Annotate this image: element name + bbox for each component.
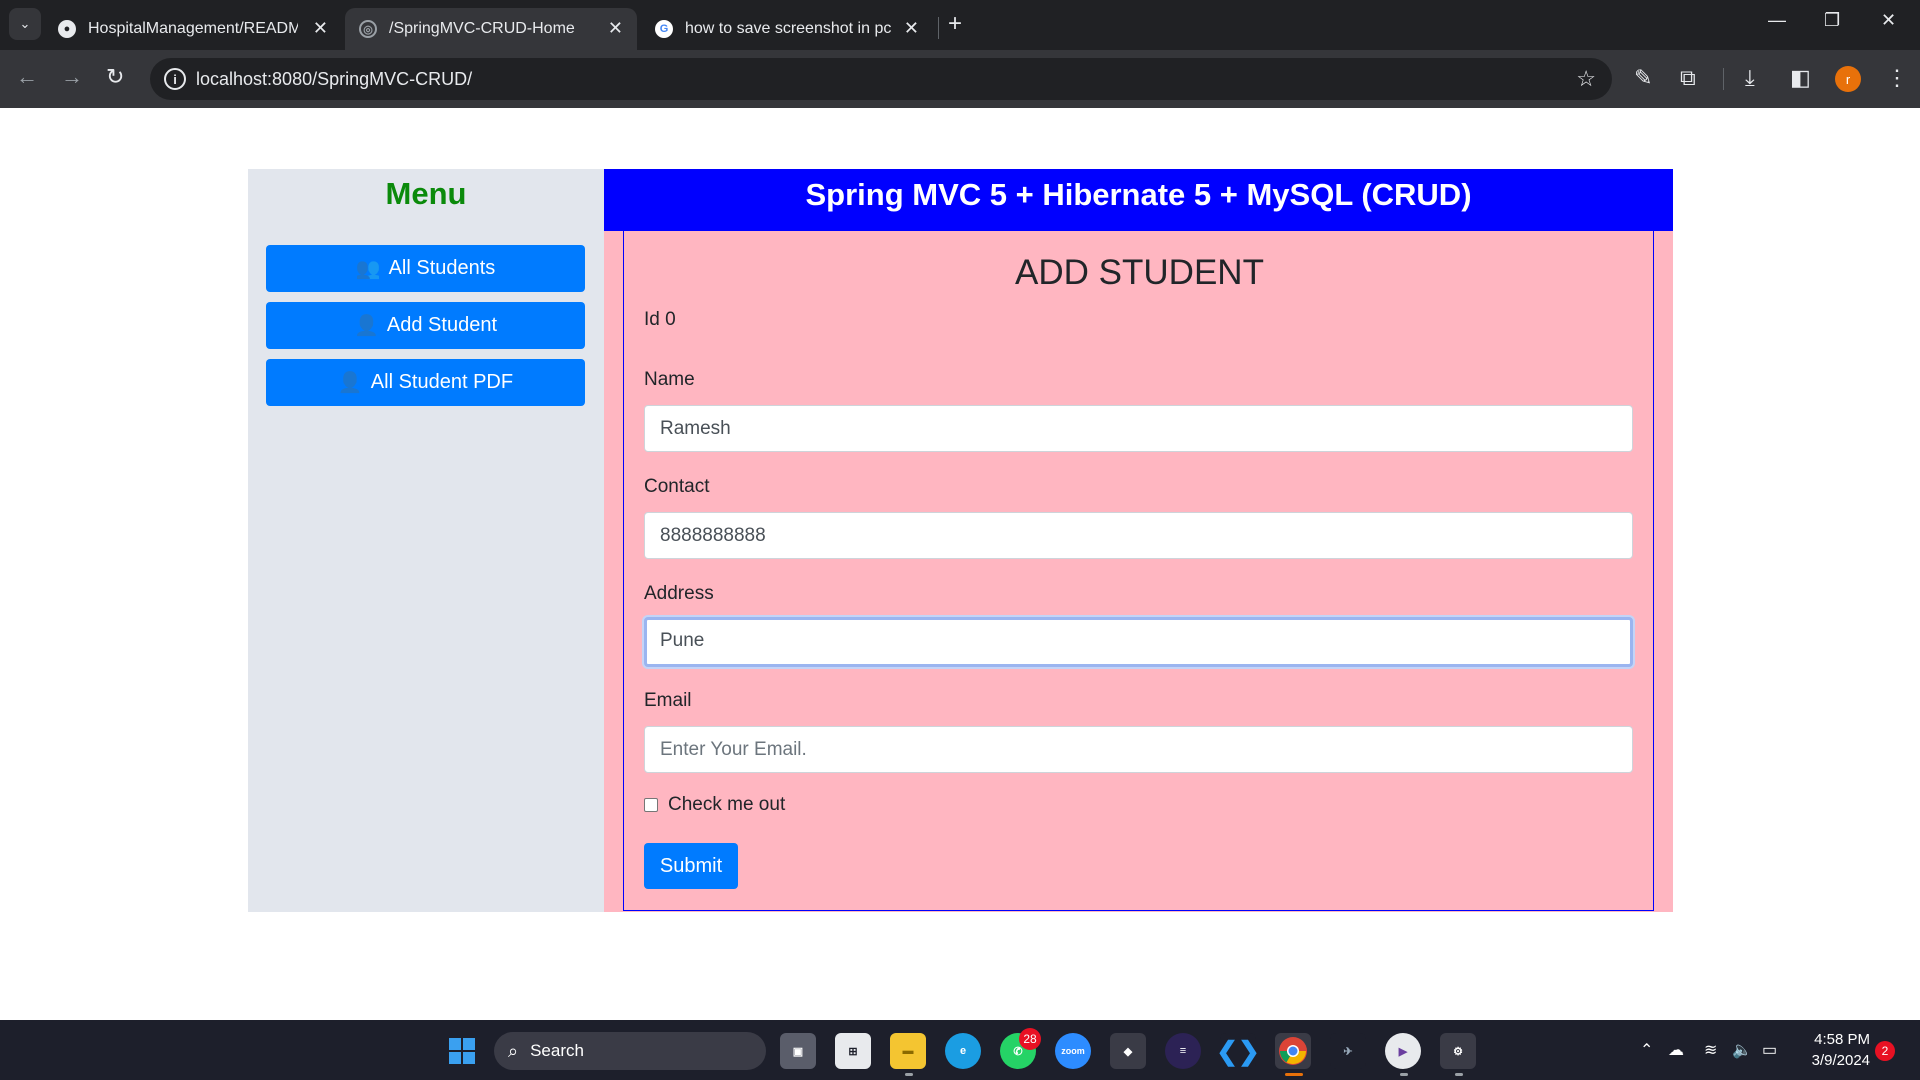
main-content: ADD STUDENT Id 0 Name Ramesh Contact 888…: [604, 231, 1673, 912]
site-info-icon[interactable]: i: [164, 68, 186, 90]
add-student-form: ADD STUDENT Id 0 Name Ramesh Contact 888…: [623, 231, 1654, 911]
windows-start-icon[interactable]: [444, 1033, 480, 1069]
volume-icon[interactable]: 🔈: [1732, 1040, 1752, 1060]
system-clock[interactable]: 4:58 PM 3/9/2024: [1800, 1029, 1870, 1071]
settings-gear-icon[interactable]: ⚙: [1440, 1033, 1476, 1069]
new-tab-icon[interactable]: +: [948, 10, 962, 38]
file-explorer-icon[interactable]: ▬: [890, 1033, 926, 1069]
whatsapp-badge: 28: [1019, 1028, 1041, 1050]
close-tab-icon[interactable]: ✕: [608, 18, 623, 39]
microsoft-store-icon[interactable]: ⊞: [835, 1033, 871, 1069]
notification-badge[interactable]: 2: [1875, 1041, 1895, 1061]
tab-title: how to save screenshot in pc di: [685, 20, 891, 37]
chevron-up-icon[interactable]: ⌃: [1640, 1040, 1653, 1060]
tab-google-search[interactable]: G how to save screenshot in pc di ✕: [641, 8, 933, 50]
sidebar: Menu 👥 All Students 👤 Add Student 👤 All …: [248, 169, 604, 912]
active-indicator: [1285, 1073, 1303, 1076]
student-id-text: Id 0: [644, 309, 676, 330]
toolbar-divider: [1723, 68, 1724, 90]
chevron-down-icon: ⌄: [19, 16, 31, 31]
spring-tool-icon[interactable]: ✈: [1330, 1033, 1366, 1069]
add-student-button[interactable]: 👤 Add Student: [266, 302, 585, 349]
search-label: Search: [530, 1041, 584, 1060]
close-tab-icon[interactable]: ✕: [313, 18, 328, 39]
google-icon: G: [655, 20, 673, 38]
media-player-icon[interactable]: ▶: [1385, 1033, 1421, 1069]
running-indicator: [905, 1073, 913, 1076]
tab-separator: [938, 17, 939, 39]
browser-toolbar: ← → ↻ i localhost:8080/SpringMVC-CRUD/ ☆…: [0, 50, 1920, 108]
download-icon[interactable]: ⤓: [1745, 65, 1755, 91]
email-label: Email: [644, 690, 692, 711]
check-me-out-checkbox[interactable]: [644, 798, 658, 812]
check-me-out-label[interactable]: Check me out: [668, 794, 785, 816]
chrome-icon[interactable]: [1275, 1033, 1311, 1069]
git-icon[interactable]: ◆: [1110, 1033, 1146, 1069]
bookmark-star-icon[interactable]: ☆: [1576, 66, 1596, 92]
side-panel-icon[interactable]: ◧: [1790, 65, 1811, 91]
address-bar[interactable]: i localhost:8080/SpringMVC-CRUD/ ☆: [150, 58, 1612, 100]
tab-github-readme[interactable]: ● HospitalManagement/README ✕: [44, 8, 342, 50]
contact-label: Contact: [644, 476, 710, 497]
user-plus-icon: 👤: [337, 372, 363, 394]
back-arrow-icon[interactable]: ←: [16, 64, 38, 90]
submit-button[interactable]: Submit: [644, 843, 738, 889]
edge-icon[interactable]: e: [945, 1033, 981, 1069]
battery-icon[interactable]: ▭: [1762, 1040, 1777, 1060]
contact-input[interactable]: 8888888888: [644, 512, 1633, 559]
globe-icon: ◎: [359, 20, 377, 38]
name-label: Name: [644, 369, 695, 390]
button-label: All Students: [388, 257, 496, 279]
all-student-pdf-button[interactable]: 👤 All Student PDF: [266, 359, 585, 406]
eyedropper-icon[interactable]: ✎: [1634, 65, 1652, 91]
tab-title: /SpringMVC-CRUD-Home: [389, 20, 575, 37]
users-icon: 👥: [355, 258, 381, 280]
page-header: Spring MVC 5 + Hibernate 5 + MySQL (CRUD…: [604, 169, 1673, 231]
name-input[interactable]: Ramesh: [644, 405, 1633, 452]
reload-icon[interactable]: ↻: [106, 64, 124, 90]
restore-icon[interactable]: ❐: [1824, 10, 1840, 31]
browser-tab-bar: ⌄ ● HospitalManagement/README ✕ ◎ /Sprin…: [0, 0, 1920, 50]
button-label: All Student PDF: [370, 371, 514, 393]
minimize-icon[interactable]: —: [1768, 10, 1786, 31]
clock-time: 4:58 PM: [1814, 1031, 1870, 1048]
github-icon: ●: [58, 20, 76, 38]
more-menu-icon[interactable]: ⋮: [1886, 65, 1908, 91]
search-icon: ⌕: [508, 1040, 519, 1061]
tab-title: HospitalManagement/README: [88, 20, 298, 37]
running-indicator: [1455, 1073, 1463, 1076]
onedrive-cloud-icon[interactable]: ☁: [1668, 1040, 1684, 1060]
url-text[interactable]: localhost:8080/SpringMVC-CRUD/: [196, 69, 472, 90]
tab-springmvc-home[interactable]: ◎ /SpringMVC-CRUD-Home ✕: [345, 8, 637, 50]
address-input[interactable]: Pune: [644, 617, 1633, 667]
close-window-icon[interactable]: ✕: [1881, 10, 1896, 31]
menu-title: Menu: [385, 176, 467, 211]
close-tab-icon[interactable]: ✕: [904, 18, 919, 39]
tab-search-button[interactable]: ⌄: [9, 8, 41, 40]
address-label: Address: [644, 583, 714, 604]
taskbar: ⌕ Search ▣ ⊞ ▬ e ✆ 28 zoom ◆ ≡ ❮❯ ✈ ▶ ⚙ …: [0, 1020, 1920, 1080]
extensions-icon[interactable]: ⧉: [1680, 65, 1696, 91]
wifi-icon[interactable]: ≋: [1704, 1040, 1717, 1060]
task-view-icon[interactable]: ▣: [780, 1033, 816, 1069]
button-label: Add Student: [386, 314, 497, 336]
form-title: ADD STUDENT: [1015, 253, 1264, 292]
user-plus-icon: 👤: [354, 315, 379, 337]
taskbar-search[interactable]: ⌕ Search: [494, 1032, 766, 1070]
vscode-icon[interactable]: ❮❯: [1216, 1033, 1260, 1069]
profile-avatar[interactable]: r: [1835, 66, 1861, 92]
all-students-button[interactable]: 👥 All Students: [266, 245, 585, 292]
running-indicator: [1400, 1073, 1408, 1076]
forward-arrow-icon[interactable]: →: [61, 64, 83, 90]
email-input[interactable]: Enter Your Email.: [644, 726, 1633, 773]
clock-date: 3/9/2024: [1811, 1052, 1870, 1069]
zoom-icon[interactable]: zoom: [1055, 1033, 1091, 1069]
eclipse-icon[interactable]: ≡: [1165, 1033, 1201, 1069]
